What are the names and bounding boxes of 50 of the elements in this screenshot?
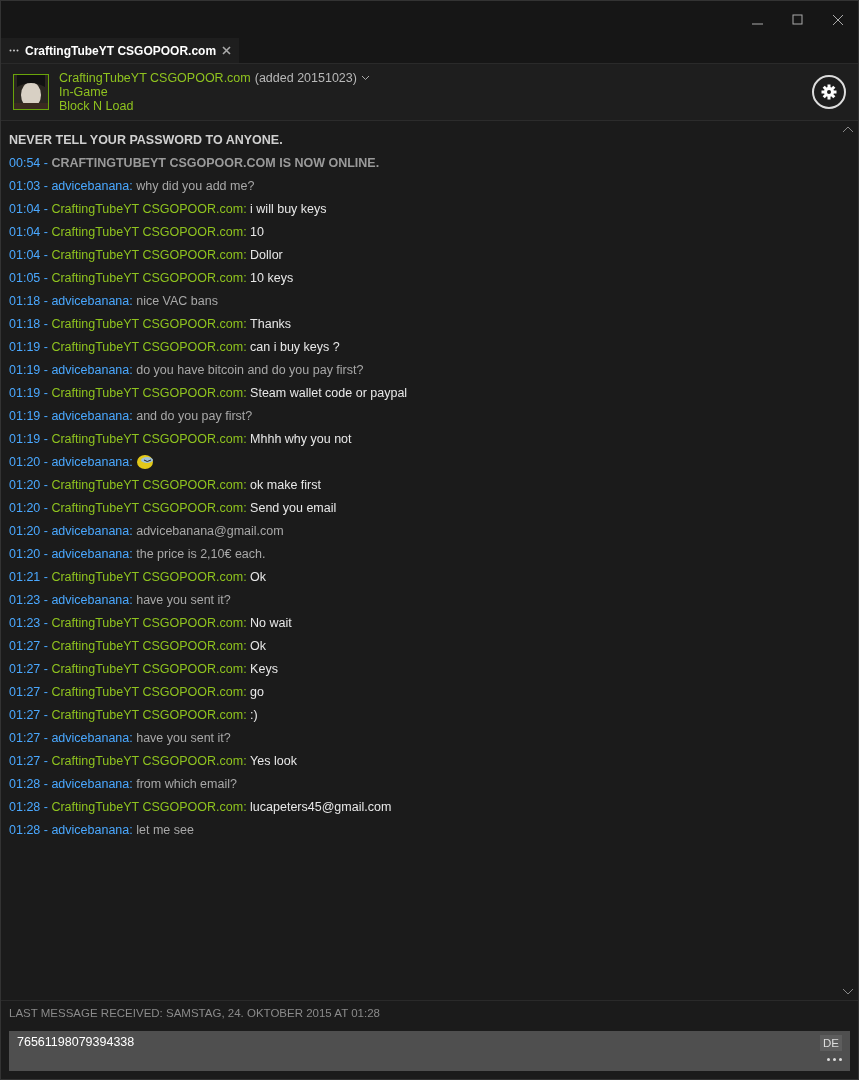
chat-message: 01:20 - advicebanana: advicebanana@gmail.com — [9, 523, 284, 538]
chat-message: 01:20 - CraftingTubeYT CSGOPOOR.com: Send you email — [9, 500, 337, 515]
chat-message: 01:19 - CraftingTubeYT CSGOPOOR.com: can i buy keys ? — [9, 339, 340, 354]
chat-message: 01:18 - advicebanana: nice VAC bans — [9, 293, 218, 308]
chat-message: 01:27 - CraftingTubeYT CSGOPOOR.com: Ok — [9, 638, 267, 653]
chat-message: 01:27 - CraftingTubeYT CSGOPOOR.com: :) — [9, 707, 258, 722]
chat-message: 01:27 - advicebanana: have you sent it? — [9, 730, 231, 745]
settings-button[interactable] — [812, 75, 846, 109]
chat-message: 01:28 - CraftingTubeYT CSGOPOOR.com: lucapeters45@gmail.com — [9, 799, 392, 814]
warning-notice: NEVER TELL YOUR PASSWORD TO ANYONE. — [9, 132, 283, 147]
chat-message: 01:19 - CraftingTubeYT CSGOPOOR.com: Mhhh why you not — [9, 431, 352, 446]
chat-message: 01:04 - CraftingTubeYT CSGOPOOR.com: i will buy keys — [9, 201, 327, 216]
chat-message: 01:19 - advicebanana: and do you pay first? — [9, 408, 253, 423]
chat-message: 01:20 - advicebanana: the price is 2,10€ each. — [9, 546, 266, 561]
scroll-up-icon[interactable] — [842, 125, 854, 133]
chat-message: 01:27 - CraftingTubeYT CSGOPOOR.com: go — [9, 684, 264, 699]
chevron-down-icon[interactable] — [360, 75, 370, 81]
message-input[interactable]: 76561198079394338 — [17, 1035, 820, 1049]
chat-tab[interactable]: CraftingTubeYT CSGOPOOR.com — [1, 38, 240, 63]
chat-message: 01:04 - CraftingTubeYT CSGOPOOR.com: 10 — [9, 224, 264, 239]
online-message: 00:54 - CRAFTINGTUBEYT CSGOPOOR.COM IS NOW ONLINE. — [9, 155, 380, 170]
chat-message: 01:23 - CraftingTubeYT CSGOPOOR.com: No wait — [9, 615, 292, 630]
chat-message: 01:20 - CraftingTubeYT CSGOPOOR.com: ok make first — [9, 477, 321, 492]
maximize-icon[interactable] — [791, 12, 805, 27]
chat-message: 01:19 - advicebanana: do you have bitcoin and do you pay first? — [9, 362, 364, 377]
chat-message: 01:04 - CraftingTubeYT CSGOPOOR.com: Dollor — [9, 247, 283, 262]
chat-message: 01:27 - CraftingTubeYT CSGOPOOR.com: Yes look — [9, 753, 297, 768]
message-field[interactable]: 76561198079394338 DE — [9, 1031, 850, 1071]
game-name: Block N Load — [59, 99, 135, 113]
chat-message: 01:20 - advicebanana: — [9, 453, 155, 470]
chat-message: 01:21 - CraftingTubeYT CSGOPOOR.com: Ok — [9, 569, 267, 584]
chat-message: 01:19 - CraftingTubeYT CSGOPOOR.com: Steam wallet code or paypal — [9, 385, 408, 400]
language-indicator: DE — [820, 1035, 842, 1051]
friend-status: In-Game — [59, 85, 109, 99]
chat-message: 01:27 - CraftingTubeYT CSGOPOOR.com: Keys — [9, 661, 278, 676]
chat-message: 01:03 - advicebanana: why did you add me? — [9, 178, 255, 193]
close-icon[interactable] — [222, 46, 232, 55]
scroll-down-icon[interactable] — [842, 988, 854, 996]
chat-message: 01:23 - advicebanana: have you sent it? — [9, 592, 231, 607]
chat-message: 01:28 - advicebanana: let me see — [9, 822, 194, 837]
chat-message: 01:18 - CraftingTubeYT CSGOPOOR.com: Thanks — [9, 316, 292, 331]
last-message-info: LAST MESSAGE RECEIVED: SAMSTAG, 24. OKTOBER 2015 AT 01:28 — [9, 1007, 380, 1019]
more-icon — [9, 49, 19, 52]
gear-icon[interactable] — [821, 84, 837, 100]
friend-name: CraftingTubeYT CSGOPOOR.com — [59, 71, 251, 85]
more-button[interactable] — [827, 1058, 842, 1061]
close-icon[interactable] — [831, 12, 845, 27]
chat-message: 01:28 - advicebanana: from which email? — [9, 776, 237, 791]
added-date: (added 20151023) — [254, 71, 357, 85]
chat-message: 01:05 - CraftingTubeYT CSGOPOOR.com: 10 keys — [9, 270, 294, 285]
